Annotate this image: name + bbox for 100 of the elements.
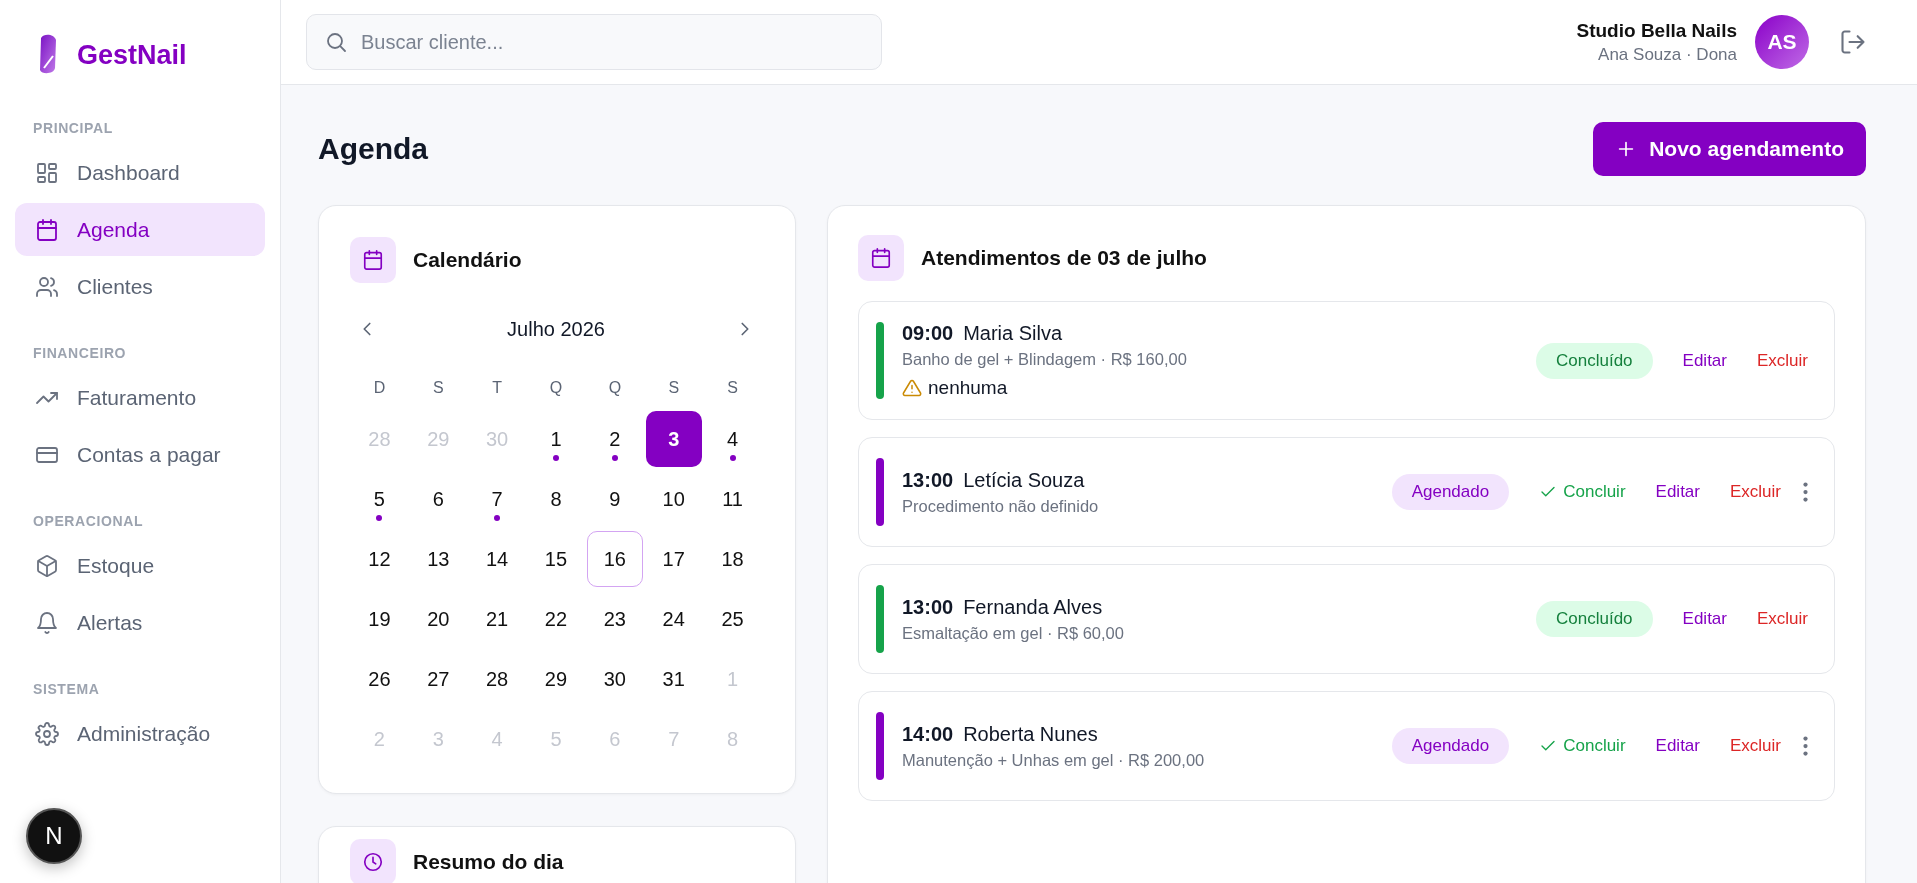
- calendar-day[interactable]: 26: [351, 651, 408, 707]
- client-name: Maria Silva: [963, 322, 1063, 345]
- calendar-day[interactable]: 17: [645, 531, 702, 587]
- bell-icon: [35, 610, 59, 635]
- section-label: OPERACIONAL: [32, 513, 145, 529]
- edit-link[interactable]: Editar: [1655, 736, 1700, 756]
- edit-link[interactable]: Editar: [1655, 482, 1700, 502]
- calendar-icon: [870, 247, 892, 269]
- edit-link[interactable]: Editar: [1682, 609, 1727, 629]
- calendar-day[interactable]: 8: [528, 471, 584, 527]
- calendar-day[interactable]: 23: [586, 591, 643, 647]
- section-label: PRINCIPAL: [32, 120, 114, 136]
- service-details: Banho de gel + Blindagem · R$ 160,00: [902, 350, 1188, 369]
- appointment-card[interactable]: 13:00 Letícia Souza Procedimento não definido Agendado Concluir Editar Excluir: [858, 437, 1835, 547]
- calendar-day[interactable]: 11: [704, 471, 761, 527]
- appointment-card[interactable]: 09:00 Maria Silva Banho de gel + Blindagem · R$ 160,00 nenhuma Concluído Editar Excluir: [858, 301, 1835, 420]
- dev-badge[interactable]: N: [26, 808, 82, 864]
- grid-icon: [35, 160, 59, 185]
- delete-link[interactable]: Excluir: [1757, 350, 1808, 371]
- calendar-day[interactable]: 2: [586, 411, 643, 467]
- section-label: SISTEMA: [32, 681, 101, 697]
- calendar-day[interactable]: 4: [704, 411, 761, 467]
- weekday-label: D: [373, 378, 386, 398]
- box-icon: [35, 553, 59, 578]
- appointment-card[interactable]: 13:00 Fernanda Alves Esmaltação em gel · R$ 60,00 Concluído Editar Excluir: [858, 564, 1835, 674]
- users-icon: [35, 274, 59, 299]
- calendar-day[interactable]: 1: [528, 411, 584, 467]
- client-name: Fernanda Alves: [963, 595, 1103, 619]
- weekday-label: T: [492, 378, 502, 398]
- calendar-day[interactable]: 22: [528, 591, 584, 647]
- nav-item[interactable]: Contas a pagar: [15, 428, 265, 481]
- calendar-day[interactable]: 18: [704, 531, 761, 587]
- appointment-time: 13:00: [902, 468, 954, 492]
- month-label: Julho 2026: [507, 317, 605, 341]
- warning-icon: [902, 378, 922, 398]
- status-badge: Agendado: [1391, 474, 1510, 510]
- calendar-day[interactable]: 25: [704, 591, 761, 647]
- calendar-day[interactable]: 29: [528, 651, 584, 707]
- new-appointment-button[interactable]: Novo agendamento: [1593, 121, 1866, 176]
- calendar-day[interactable]: 27: [410, 651, 467, 707]
- logout-icon: [1839, 28, 1867, 56]
- nav-item[interactable]: Alertas: [15, 596, 265, 649]
- status-badge: Concluído: [1536, 601, 1653, 637]
- delete-link[interactable]: Excluir: [1730, 482, 1781, 502]
- calendar-icon: [362, 249, 384, 271]
- user-avatar[interactable]: AS: [1755, 15, 1809, 69]
- calendar-day[interactable]: 16: [586, 531, 643, 587]
- calendar-day[interactable]: 28: [469, 651, 526, 707]
- nav-item[interactable]: Estoque: [15, 539, 265, 592]
- service-details: Procedimento não definido: [902, 496, 1100, 516]
- calendar-day[interactable]: 5: [351, 471, 408, 527]
- appointment-time: 09:00: [902, 322, 954, 345]
- settings-icon: [35, 721, 59, 746]
- calendar-day[interactable]: 31: [645, 651, 702, 707]
- calendar-day[interactable]: 13: [410, 531, 467, 587]
- card-title: Resumo do dia: [413, 850, 564, 874]
- weekday-label: Q: [549, 378, 563, 398]
- appointment-card[interactable]: 14:00 Roberta Nunes Manutenção + Unhas em gel · R$ 200,00 Agendado Concluir Editar Excluir: [858, 691, 1835, 801]
- delete-link[interactable]: Excluir: [1730, 736, 1781, 756]
- weekday-label: S: [727, 378, 738, 398]
- search-field[interactable]: Buscar cliente...: [306, 14, 882, 70]
- calendar-icon: [35, 217, 59, 242]
- weekday-label: Q: [608, 378, 622, 398]
- calendar-day[interactable]: 24: [645, 591, 702, 647]
- appointment-time: 13:00: [902, 595, 954, 619]
- card-title: Calendário: [413, 248, 522, 272]
- nav-item[interactable]: Clientes: [15, 260, 265, 313]
- nav-item[interactable]: Administração: [15, 707, 265, 760]
- calendar-day[interactable]: 7: [469, 471, 526, 527]
- business-name: Studio Bella Nails: [1576, 19, 1737, 42]
- calendar-day[interactable]: 19: [351, 591, 408, 647]
- appointment-time: 14:00: [902, 722, 954, 746]
- more-icon[interactable]: [1803, 736, 1808, 756]
- note-text: nenhuma: [928, 377, 1008, 399]
- client-name: Letícia Souza: [963, 468, 1085, 492]
- page-title: Agenda: [318, 131, 428, 166]
- status-badge: Concluído: [1536, 342, 1653, 379]
- calendar-day[interactable]: 30: [586, 651, 643, 707]
- nav-item[interactable]: Faturamento: [15, 371, 265, 424]
- card-title: Atendimentos de 03 de julho: [921, 246, 1207, 270]
- edit-link[interactable]: Editar: [1682, 350, 1727, 371]
- nav-item[interactable]: Dashboard: [15, 146, 265, 199]
- section-label: FINANCEIRO: [32, 345, 128, 361]
- calendar-day[interactable]: 10: [645, 471, 702, 527]
- status-badge: Agendado: [1391, 728, 1510, 764]
- calendar-day[interactable]: 20: [410, 591, 467, 647]
- calendar-day[interactable]: 6: [410, 471, 467, 527]
- app-logo: GestNail: [77, 39, 187, 71]
- calendar-day[interactable]: 12: [351, 531, 408, 587]
- calendar-day[interactable]: 21: [469, 591, 526, 647]
- service-details: Esmaltação em gel · R$ 60,00: [902, 623, 1125, 643]
- service-details: Manutenção + Unhas em gel · R$ 200,00: [902, 750, 1206, 770]
- calendar-day[interactable]: 3: [645, 411, 702, 467]
- more-icon[interactable]: [1803, 482, 1808, 502]
- calendar-day[interactable]: 14: [469, 531, 526, 587]
- calendar-day[interactable]: 9: [586, 471, 643, 527]
- weekday-label: S: [432, 378, 444, 398]
- nav-item[interactable]: Agenda: [15, 203, 265, 256]
- calendar-day[interactable]: 15: [528, 531, 584, 587]
- delete-link[interactable]: Excluir: [1757, 609, 1808, 629]
